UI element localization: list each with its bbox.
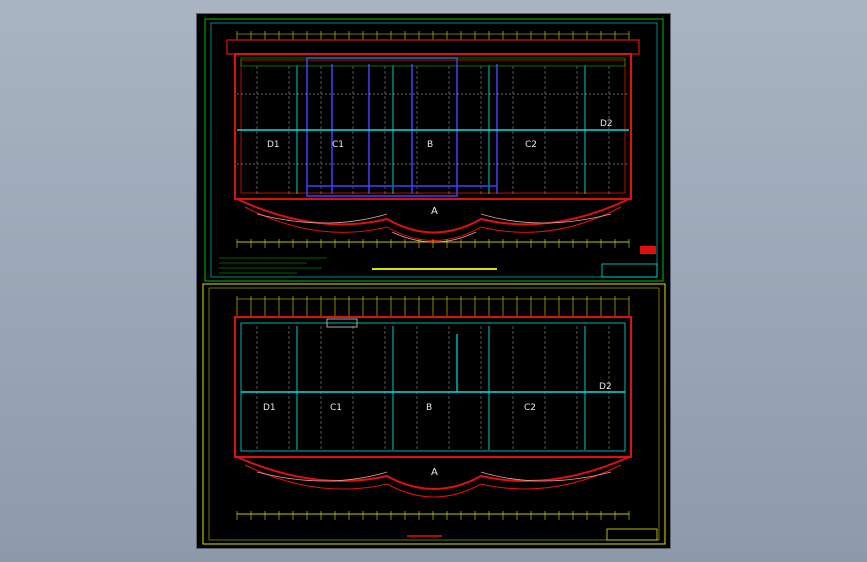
zone-label-d2: D2 [600, 119, 613, 129]
bottom-dimension-ticks [236, 239, 630, 248]
zone-label-d2: D2 [599, 382, 612, 392]
zone-label-d1: D1 [267, 140, 280, 150]
zone-label-a: A [431, 467, 438, 478]
building-outline [234, 53, 632, 200]
drawing-viewport[interactable]: D1 C1 B C2 D2 A D1 C1 B C2 D2 A [196, 13, 671, 549]
zone-label-b: B [427, 140, 433, 150]
structural-grid [256, 326, 610, 450]
blue-ductwork-zone [306, 57, 458, 197]
cad-drawing-canvas[interactable]: D1 C1 B C2 D2 A D1 C1 B C2 D2 A [197, 14, 670, 548]
bottom-dimension-ticks [236, 511, 630, 520]
zone-label-d1: D1 [263, 403, 276, 413]
sheet-lower: D1 C1 B C2 D2 A [202, 283, 666, 545]
red-legend-box [640, 246, 656, 254]
zone-label-c2: C2 [524, 403, 536, 413]
top-dimension-ticks [236, 296, 630, 317]
top-corridor [226, 39, 640, 55]
title-block [606, 528, 658, 541]
zone-label-c1: C1 [332, 140, 344, 150]
building-outline [234, 316, 632, 458]
sheet-lower-inner-frame [208, 287, 660, 541]
sheet-upper: D1 C1 B C2 D2 A [204, 18, 664, 282]
title-block [601, 263, 658, 278]
zone-label-a: A [431, 206, 438, 217]
zone-label-b: B [426, 403, 432, 413]
top-dimension-ticks [236, 31, 630, 40]
notes-block [219, 257, 327, 274]
building-inner-wall [240, 59, 626, 194]
zone-label-c1: C1 [330, 403, 342, 413]
sheet-upper-inner-frame [210, 22, 658, 278]
zone-label-c2: C2 [525, 140, 537, 150]
